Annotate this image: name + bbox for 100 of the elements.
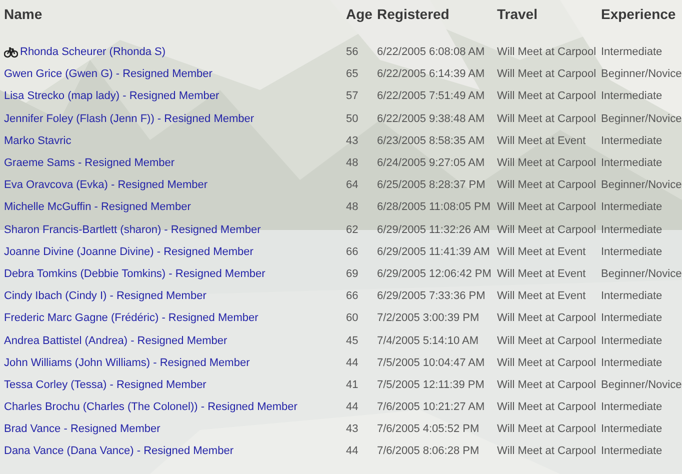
table-cell: Will Meet at Event (497, 290, 586, 302)
member-name-link[interactable]: Marko Stavric (4, 134, 72, 147)
table-cell: 56 (346, 46, 358, 58)
table-cell: 6/22/2005 6:14:39 AM (377, 68, 485, 80)
member-name-link[interactable]: Michelle McGuffin - Resigned Member (4, 201, 191, 214)
table-cell: Will Meet at Carpool (497, 356, 596, 369)
table-cell: Beginner/Novice (601, 179, 682, 192)
table-cell: Will Meet at Carpool (497, 312, 596, 324)
table-cell: Intermediate (601, 401, 662, 414)
member-name-link[interactable]: Graeme Sams - Resigned Member (4, 157, 175, 170)
table-cell: 43 (346, 134, 358, 147)
column-header: Name (4, 5, 44, 22)
member-name-link[interactable]: Jennifer Foley (Flash (Jenn F)) - Resigned Member (4, 112, 254, 125)
table-cell: Intermediate (601, 334, 662, 347)
table-cell: Will Meet at Carpool (497, 112, 596, 125)
table-cell: Beginner/Novice (601, 112, 682, 125)
table-cell: 62 (346, 224, 358, 236)
table-cell: 7/5/2005 12:11:39 PM (377, 378, 484, 391)
table-cell: 43 (346, 423, 358, 436)
table-cell: 50 (346, 112, 358, 125)
table-cell: 7/5/2005 10:04:47 AM (377, 356, 485, 369)
table-cell: 6/24/2005 9:27:05 AM (377, 157, 485, 170)
member-name-link[interactable]: Brad Vance - Resigned Member (4, 423, 160, 436)
table-cell: 6/29/2005 12:06:42 PM (377, 268, 492, 280)
table-cell: 7/6/2005 8:06:28 PM (377, 445, 480, 458)
table-cell: Will Meet at Carpool (497, 334, 596, 347)
table-cell: Will Meet at Carpool (497, 224, 596, 236)
member-name-link[interactable]: Frederic Marc Gagne (Frédéric) - Resigned Member (4, 312, 258, 324)
column-header: Travel (497, 5, 538, 22)
table-cell: Will Meet at Carpool (497, 401, 596, 414)
table-cell: Will Meet at Event (497, 134, 586, 147)
table-cell: Will Meet at Carpool (497, 90, 596, 102)
table-cell: 6/23/2005 8:58:35 AM (377, 134, 485, 147)
table-cell: 41 (346, 378, 358, 391)
table-cell: 64 (346, 179, 358, 192)
member-name-link[interactable]: Debra Tomkins (Debbie Tomkins) - Resigned Member (4, 268, 266, 280)
table-cell: 7/4/2005 5:14:10 AM (377, 334, 479, 347)
table-cell: 6/28/2005 11:08:05 PM (377, 201, 491, 214)
table-cell: 6/22/2005 7:51:49 AM (377, 90, 485, 102)
table-cell: 44 (346, 356, 358, 369)
table-cell: 6/22/2005 6:08:08 AM (377, 46, 485, 58)
table-cell: Will Meet at Carpool (497, 46, 596, 58)
table-cell: Will Meet at Carpool (497, 157, 596, 170)
table-cell: Intermediate (601, 312, 662, 324)
table-cell: Will Meet at Carpool (497, 378, 596, 391)
member-name-link[interactable]: Joanne Divine (Joanne Divine) - Resigned Member (4, 246, 254, 258)
table-cell: 44 (346, 445, 358, 458)
table-cell: Intermediate (601, 356, 662, 369)
table-cell: Intermediate (601, 246, 662, 258)
table-cell: 57 (346, 90, 358, 102)
member-name-link[interactable]: Sharon Francis-Bartlett (sharon) - Resigned Member (4, 224, 261, 236)
column-header: Age (346, 5, 374, 22)
table-cell: 7/6/2005 4:05:52 PM (377, 423, 480, 436)
member-name-link[interactable]: Andrea Battistel (Andrea) - Resigned Member (4, 334, 228, 347)
table-cell: 6/29/2005 11:32:26 AM (377, 224, 490, 236)
member-name-link[interactable]: Tessa Corley (Tessa) - Resigned Member (4, 378, 206, 391)
table-cell: 6/22/2005 9:38:48 AM (377, 112, 485, 125)
table-cell: Intermediate (601, 157, 662, 170)
table-cell: 7/2/2005 3:00:39 PM (377, 312, 480, 324)
member-name-link[interactable]: Eva Oravcova (Evka) - Resigned Member (4, 179, 208, 192)
table-cell: Will Meet at Carpool (497, 179, 596, 192)
table-cell: Will Meet at Event (497, 246, 586, 258)
member-name-link[interactable]: Dana Vance (Dana Vance) - Resigned Member (4, 445, 234, 458)
table-cell: Intermediate (601, 445, 662, 458)
table-cell: 6/25/2005 8:28:37 PM (377, 179, 486, 192)
table-cell: 6/29/2005 7:33:36 PM (377, 290, 486, 302)
table-cell: 60 (346, 312, 358, 324)
member-name-link[interactable]: Lisa Strecko (map lady) - Resigned Member (4, 90, 220, 102)
table-cell: 7/6/2005 10:21:27 AM (377, 401, 485, 414)
table-cell: 66 (346, 246, 358, 258)
table-cell: 66 (346, 290, 358, 302)
table-cell: Intermediate (601, 90, 662, 102)
table-cell: Intermediate (601, 201, 662, 214)
table-cell: 65 (346, 68, 358, 80)
table-cell: 45 (346, 334, 358, 347)
table-cell: 44 (346, 401, 358, 414)
table-cell: Beginner/Novice (601, 268, 682, 280)
table-cell: Intermediate (601, 224, 662, 236)
member-name-link[interactable]: Gwen Grice (Gwen G) - Resigned Member (4, 68, 212, 80)
table-cell: Will Meet at Carpool (497, 423, 596, 436)
table-cell: 69 (346, 268, 358, 280)
table-cell: 6/29/2005 11:41:39 AM (377, 246, 490, 258)
table-cell: Beginner/Novice (601, 68, 682, 80)
table-cell: Will Meet at Carpool (497, 201, 596, 214)
table-cell: Intermediate (601, 423, 662, 436)
table-cell: Intermediate (601, 134, 662, 147)
table-cell: Beginner/Novice (601, 378, 682, 391)
table-cell: 48 (346, 201, 358, 214)
member-name-link[interactable]: Charles Brochu (Charles (The Colonel)) - Resigned Member (4, 401, 298, 414)
table-cell: Will Meet at Carpool (497, 68, 596, 80)
table-cell: Intermediate (601, 46, 662, 58)
table-cell: 48 (346, 157, 358, 170)
column-header: Experience (601, 5, 677, 22)
member-name-link[interactable]: Cindy Ibach (Cindy I) - Resigned Member (4, 290, 206, 302)
member-name-link[interactable]: Rhonda Scheurer (Rhonda S) (20, 46, 166, 58)
column-header: Registered (377, 5, 450, 22)
table-cell: Will Meet at Carpool (497, 445, 596, 458)
table-cell: Intermediate (601, 290, 662, 302)
member-name-link[interactable]: John Williams (John Williams) - Resigned Member (4, 356, 250, 369)
table-cell: Will Meet at Event (497, 268, 586, 280)
